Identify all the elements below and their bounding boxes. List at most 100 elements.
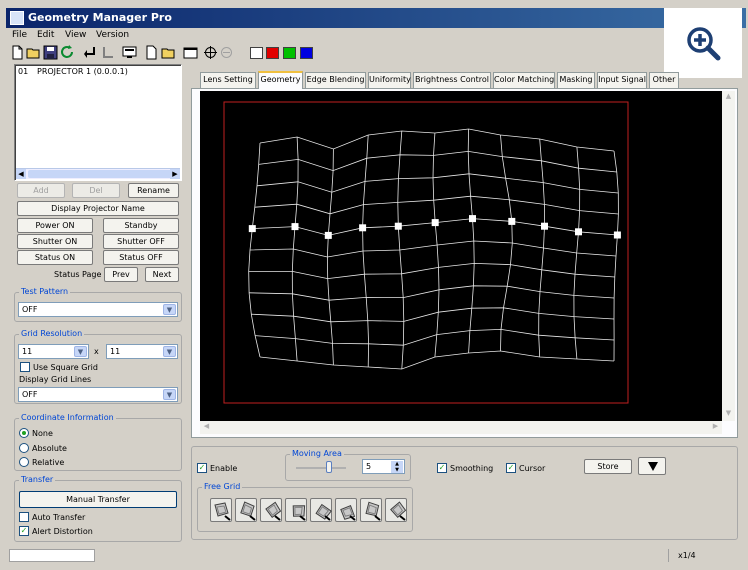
menu-file[interactable]: File (12, 30, 27, 40)
tab-masking[interactable]: Masking (557, 72, 595, 88)
moving-area-slider-thumb[interactable] (326, 461, 332, 473)
control-point-handle[interactable] (575, 228, 582, 236)
warp-tool-7-icon[interactable] (360, 498, 382, 522)
add-button[interactable]: Add (17, 183, 65, 198)
smoothing-checkbox[interactable]: ✓ (437, 463, 447, 473)
display-grid-lines-select[interactable]: OFF ▼ (18, 387, 178, 402)
color-red-button[interactable] (266, 47, 279, 59)
warp-tool-3-icon[interactable] (260, 498, 282, 522)
color-blue-button[interactable] (300, 47, 313, 59)
save-icon[interactable] (43, 45, 58, 60)
shutter-on-button[interactable]: Shutter ON (17, 234, 93, 249)
standby-button[interactable]: Standby (103, 218, 179, 233)
canvas-horizontal-scrollbar[interactable]: ◀ ▶ (200, 421, 722, 434)
control-point-handle[interactable] (431, 219, 439, 227)
enable-checkbox[interactable]: ✓ (197, 463, 207, 473)
monitor-icon[interactable] (122, 45, 137, 60)
zoom-overlay-button[interactable] (664, 8, 742, 78)
status-on-button[interactable]: Status ON (17, 250, 93, 265)
vertical-scrollbar[interactable]: ▲ ▼ (722, 91, 735, 421)
display-projector-name-button[interactable]: Display Projector Name (17, 201, 179, 216)
minus-circle-icon[interactable] (219, 45, 234, 60)
menu-version[interactable]: Version (96, 30, 129, 40)
shutter-off-button[interactable]: Shutter OFF (103, 234, 179, 249)
window-icon[interactable] (183, 45, 198, 60)
next-button[interactable]: Next (145, 267, 179, 282)
cursor-checkbox[interactable]: ✓ (506, 463, 516, 473)
tab-uniformity[interactable]: Uniformity (368, 72, 411, 88)
scroll-right-icon[interactable]: ▶ (170, 169, 180, 179)
scroll-right-icon[interactable]: ▶ (710, 422, 721, 433)
chevron-down-icon[interactable]: ▼ (163, 389, 176, 400)
chevron-down-icon[interactable]: ▼ (163, 304, 176, 315)
tab-geometry[interactable]: Geometry (258, 71, 303, 89)
status-off-button[interactable]: Status OFF (103, 250, 179, 265)
coordinate-absolute-radio[interactable] (19, 443, 29, 453)
grid-row-line (249, 285, 615, 301)
tab-brightness-control[interactable]: Brightness Control (413, 72, 491, 88)
undo-icon[interactable] (82, 45, 97, 60)
warp-tool-2-icon[interactable] (235, 498, 257, 522)
grid-x-select[interactable]: 11 ▼ (18, 344, 89, 359)
control-point-handle[interactable] (291, 223, 299, 231)
coordinate-none-radio[interactable] (19, 428, 29, 438)
chevron-down-icon[interactable]: ▼ (74, 346, 87, 357)
control-point-handle[interactable] (359, 224, 367, 232)
store-button[interactable]: Store (584, 459, 632, 474)
geometry-canvas[interactable] (200, 91, 722, 421)
control-point-handle[interactable] (248, 225, 256, 233)
power-on-button[interactable]: Power ON (17, 218, 93, 233)
tab-lens-setting[interactable]: Lens Setting (200, 72, 256, 88)
scroll-up-icon[interactable]: ▲ (723, 92, 734, 103)
warp-tool-8-icon[interactable] (385, 498, 407, 522)
grid-y-select[interactable]: 11 ▼ (106, 344, 178, 359)
corner-icon[interactable] (100, 45, 115, 60)
auto-transfer-checkbox[interactable] (19, 512, 29, 522)
tab-input-signal[interactable]: Input Signal (597, 72, 647, 88)
alert-distortion-checkbox[interactable]: ✓ (19, 526, 29, 536)
test-pattern-select[interactable]: OFF ▼ (18, 302, 178, 317)
warp-tool-6-icon[interactable] (335, 498, 357, 522)
warp-grid[interactable] (200, 91, 722, 421)
store-menu-button[interactable] (638, 457, 666, 475)
prev-button[interactable]: Prev (104, 267, 138, 282)
menu-view[interactable]: View (65, 30, 86, 40)
tab-other[interactable]: Other (649, 72, 679, 88)
scroll-thumb[interactable] (28, 170, 176, 178)
scroll-down-icon[interactable]: ▼ (723, 409, 734, 420)
folder-icon[interactable] (161, 45, 176, 60)
moving-area-spinbox[interactable]: 5 ▲ ▼ (362, 459, 405, 474)
moving-area-slider-track[interactable] (296, 467, 346, 469)
warp-tool-1-icon[interactable] (210, 498, 232, 522)
use-square-grid-checkbox[interactable] (20, 362, 30, 372)
warp-tool-5-icon[interactable] (310, 498, 332, 522)
control-point-handle[interactable] (324, 231, 332, 239)
coordinate-relative-radio[interactable] (19, 457, 29, 467)
control-point-handle[interactable] (541, 222, 548, 230)
horizontal-scrollbar[interactable]: ◀ ▶ (16, 168, 180, 179)
open-folder-icon[interactable] (26, 45, 41, 60)
crosshair-icon[interactable] (203, 45, 218, 60)
color-green-button[interactable] (283, 47, 296, 59)
new-doc-icon[interactable] (144, 45, 159, 60)
manual-transfer-button[interactable]: Manual Transfer (19, 491, 177, 508)
new-file-icon[interactable] (10, 45, 25, 60)
projector-name[interactable]: PROJECTOR 1 (0.0.0.1) (37, 67, 128, 76)
chevron-down-icon[interactable]: ▼ (163, 346, 176, 357)
control-point-handle[interactable] (508, 217, 516, 225)
control-point-handle[interactable] (394, 222, 402, 230)
scroll-left-icon[interactable]: ◀ (16, 169, 26, 179)
projector-list[interactable]: 01 PROJECTOR 1 (0.0.0.1) ◀ ▶ (14, 64, 182, 181)
menu-edit[interactable]: Edit (37, 30, 54, 40)
tab-edge-blending[interactable]: Edge Blending (305, 72, 366, 88)
rename-button[interactable]: Rename (128, 183, 179, 198)
control-point-handle[interactable] (613, 231, 621, 239)
warp-tool-4-icon[interactable] (285, 498, 307, 522)
control-point-handle[interactable] (469, 215, 476, 223)
scroll-left-icon[interactable]: ◀ (201, 422, 212, 433)
tab-color-matching[interactable]: Color Matching (493, 72, 555, 88)
del-button[interactable]: Del (72, 183, 120, 198)
refresh-icon[interactable] (60, 45, 75, 60)
color-white-button[interactable] (250, 47, 263, 59)
spin-down-icon[interactable]: ▼ (391, 467, 403, 473)
